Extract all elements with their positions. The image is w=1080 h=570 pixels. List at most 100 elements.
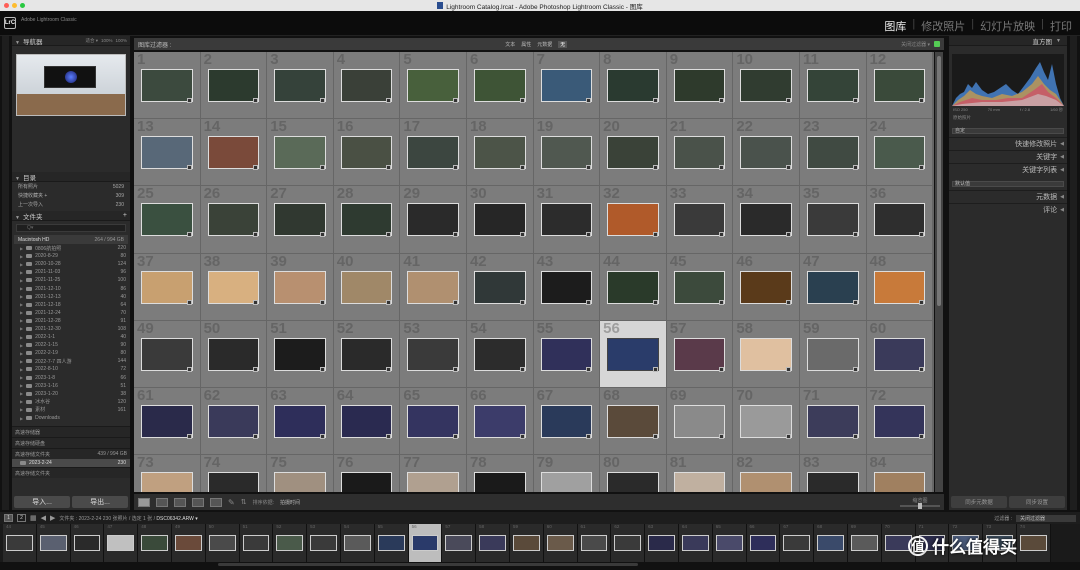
photo-thumbnail[interactable] — [673, 270, 726, 304]
histogram-header[interactable]: 直方图 ▼ — [949, 36, 1067, 46]
grid-cell[interactable]: 33 — [666, 186, 734, 254]
filmstrip-thumb[interactable]: 52 — [273, 524, 308, 562]
grid-cell[interactable]: 79 — [533, 455, 601, 492]
grid-cell[interactable]: 2 — [200, 52, 268, 120]
grid-view-button[interactable] — [138, 497, 150, 507]
photo-thumbnail[interactable] — [740, 136, 792, 170]
grid-cell[interactable]: 38 — [200, 253, 268, 321]
photo-thumbnail[interactable] — [806, 136, 859, 170]
folder-item[interactable]: ▶ 素材 161 — [12, 406, 130, 414]
photo-thumbnail[interactable] — [607, 136, 659, 170]
grid-cell[interactable]: 58 — [733, 320, 800, 388]
sync-metadata-button[interactable]: 同步元数据 — [951, 496, 1007, 508]
photo-thumbnail[interactable] — [740, 270, 792, 304]
grid-cell[interactable]: 73 — [134, 455, 201, 492]
disclosure-triangle-icon[interactable]: ▶ — [20, 326, 23, 331]
photo-thumbnail[interactable] — [473, 337, 526, 371]
photo-thumbnail[interactable] — [673, 136, 726, 170]
collection-header[interactable]: 高速存储文件夹 439 / 994 GB — [12, 448, 130, 460]
folder-item[interactable]: ▶ 2020-10-28 124 — [12, 260, 130, 268]
photo-thumbnail[interactable] — [141, 404, 193, 438]
minimize-window-button[interactable] — [12, 3, 17, 8]
grid-cell[interactable]: 34 — [733, 186, 800, 254]
photo-thumbnail[interactable] — [540, 203, 593, 237]
disclosure-triangle-icon[interactable]: ▶ — [20, 416, 23, 421]
filmstrip-thumb[interactable]: 64 — [678, 524, 713, 562]
filter-lock-icon[interactable] — [934, 41, 940, 47]
photo-thumbnail[interactable] — [274, 472, 326, 492]
window-controls[interactable] — [4, 3, 25, 8]
grid-cell[interactable]: 41 — [400, 253, 467, 321]
photo-thumbnail[interactable] — [274, 270, 326, 304]
folder-item[interactable]: ▶ 2021-12-24 70 — [12, 309, 130, 317]
grid-cell[interactable]: 74 — [200, 455, 268, 492]
disclosure-triangle-icon[interactable]: ▶ — [20, 407, 23, 412]
folder-item[interactable]: ▶ 2023-1-20 38 — [12, 390, 130, 398]
photo-thumbnail[interactable] — [873, 136, 926, 170]
grid-cell[interactable]: 14 — [200, 119, 268, 187]
module-tab[interactable]: 打印 — [1048, 18, 1074, 34]
page-2-button[interactable]: 2 — [17, 514, 26, 522]
grid-cell[interactable]: 19 — [533, 119, 601, 187]
grid-cell[interactable]: 65 — [400, 387, 467, 456]
grid-cell[interactable]: 4 — [333, 52, 401, 120]
filmstrip-thumb[interactable]: 54 — [340, 524, 375, 562]
disclosure-triangle-icon[interactable]: ▶ — [20, 383, 23, 388]
grid-cell[interactable]: 7 — [533, 52, 601, 120]
photo-thumbnail[interactable] — [407, 136, 459, 170]
grid-cell[interactable]: 75 — [267, 455, 334, 492]
grid-cell[interactable]: 84 — [866, 455, 934, 492]
grid-cell[interactable]: 78 — [466, 455, 534, 492]
filmstrip-thumb[interactable]: 65 — [712, 524, 747, 562]
grid-cell[interactable]: 20 — [600, 119, 667, 187]
filmstrip-thumb[interactable]: 47 — [104, 524, 139, 562]
photo-thumbnail[interactable] — [806, 337, 859, 371]
grid-cell[interactable]: 45 — [666, 253, 734, 321]
grid-cell[interactable]: 69 — [666, 387, 734, 456]
grid-cell[interactable]: 29 — [400, 186, 467, 254]
photo-thumbnail[interactable] — [607, 472, 659, 492]
grid-scroll-thumb[interactable] — [937, 56, 941, 306]
disclosure-triangle-icon[interactable]: ▶ — [20, 286, 23, 291]
grid-cell[interactable]: 82 — [733, 455, 800, 492]
filmstrip-thumb[interactable]: 56 — [408, 524, 443, 562]
saved-preset-select[interactable]: 自定 — [952, 128, 1064, 134]
navigator-zoom-option[interactable]: 适合 ▾ — [85, 38, 98, 44]
grid-cell[interactable]: 83 — [799, 455, 867, 492]
grid-cell[interactable]: 52 — [333, 320, 401, 388]
photo-thumbnail[interactable] — [207, 337, 260, 371]
grid-cell[interactable]: 3 — [267, 52, 334, 120]
grid-cell[interactable]: 51 — [267, 320, 334, 388]
photo-thumbnail[interactable] — [141, 69, 193, 102]
photo-thumbnail[interactable] — [673, 337, 726, 371]
photo-thumbnail[interactable] — [274, 337, 326, 371]
photo-thumbnail[interactable] — [473, 404, 526, 438]
photo-thumbnail[interactable] — [806, 203, 859, 237]
grid-cell[interactable]: 44 — [600, 253, 667, 321]
photo-thumbnail[interactable] — [274, 404, 326, 438]
grid-cell[interactable]: 68 — [600, 387, 667, 456]
photo-thumbnail[interactable] — [207, 270, 260, 304]
disclosure-triangle-icon[interactable]: ▶ — [20, 399, 23, 404]
navigator-zoom-frame[interactable] — [16, 54, 126, 116]
filmstrip-thumb[interactable]: 55 — [374, 524, 409, 562]
photo-thumbnail[interactable] — [207, 69, 260, 102]
right-section-header[interactable]: 元数据 ◀ — [949, 190, 1067, 203]
sort-select[interactable]: 拍摄时间 — [280, 499, 300, 506]
grid-cell[interactable]: 21 — [666, 119, 734, 187]
filmstrip-thumb[interactable]: 46 — [70, 524, 105, 562]
disclosure-triangle-icon[interactable]: ▶ — [20, 359, 23, 364]
filter-tab[interactable]: 属性 — [521, 41, 531, 48]
navigator-zoom-option[interactable]: 100% — [115, 38, 127, 44]
grid-cell[interactable]: 24 — [866, 119, 934, 187]
folder-item[interactable]: ▶ 2022-2-19 80 — [12, 349, 130, 357]
grid-cell[interactable]: 60 — [866, 320, 934, 388]
metadata-preset-select[interactable]: 默认值 — [952, 181, 1064, 187]
grid-cell[interactable]: 57 — [666, 320, 734, 388]
folder-item[interactable]: ▶ 2022-7-7 四人游 144 — [12, 357, 130, 365]
photo-thumbnail[interactable] — [673, 69, 726, 102]
grid-cell[interactable]: 13 — [134, 119, 201, 187]
loupe-view-button[interactable] — [156, 497, 168, 507]
photo-thumbnail[interactable] — [873, 203, 926, 237]
right-section-header[interactable]: 快速修改照片 ◀ — [949, 137, 1067, 150]
